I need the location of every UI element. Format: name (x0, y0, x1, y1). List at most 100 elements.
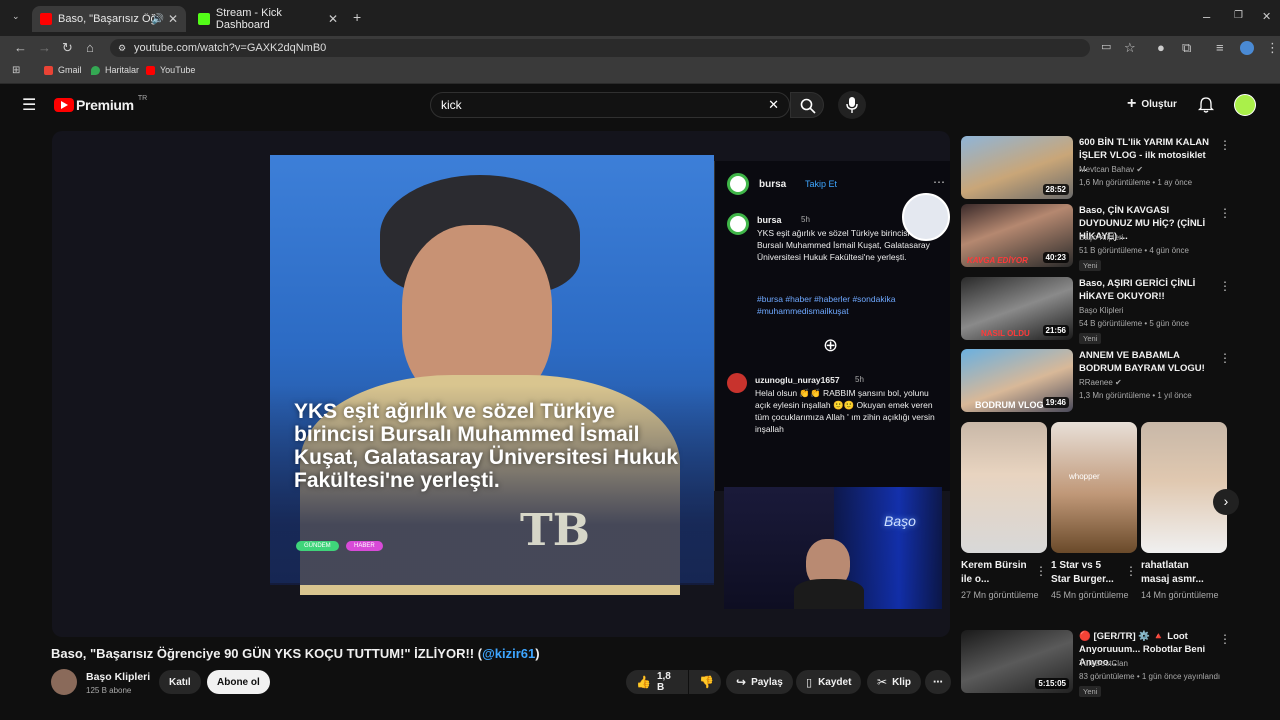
join-button[interactable]: Katıl (159, 670, 201, 694)
subscribe-button[interactable]: Abone ol (207, 670, 270, 694)
short-item[interactable]: whopper 1 Star vs 5 Star Burger... 45 Mn… (1051, 422, 1137, 602)
short-item[interactable]: rahatlatan masaj asmr... 14 Mn görüntüle… (1141, 422, 1227, 602)
bookmark-youtube[interactable]: YouTube (146, 65, 195, 75)
rec-channel[interactable]: Mevtcan Bahav ✔ (1079, 165, 1143, 174)
bookmark-maps[interactable]: Haritalar (91, 65, 139, 75)
rec-channel[interactable]: Başo Klipleri (1079, 233, 1123, 242)
search-value: kick (441, 98, 462, 112)
media-control-icon[interactable]: ≡ (1216, 40, 1224, 55)
new-tab-icon[interactable]: + (353, 9, 361, 25)
scissors-icon: ✂ (877, 675, 888, 689)
cast-icon[interactable]: ▭ (1101, 40, 1111, 53)
close-tab-icon[interactable]: ✕ (168, 12, 178, 26)
back-icon[interactable]: ← (14, 40, 27, 55)
short-title[interactable]: rahatlatan masaj asmr... (1141, 559, 1211, 587)
clip-button[interactable]: ✂ Klip (867, 670, 921, 694)
rec-title[interactable]: ANNEM VE BABAMLA BODRUM BAYRAM VLOGU! (1079, 349, 1214, 375)
account-avatar[interactable] (1234, 94, 1256, 116)
share-button[interactable]: ↪ Paylaş (726, 670, 793, 694)
bookmark-label: Haritalar (105, 65, 140, 75)
video-thumbnail[interactable]: NASIL OLDU 21:56 (961, 277, 1073, 340)
like-button[interactable]: 👍 1,8 B (626, 670, 688, 694)
youtube-favicon-icon (40, 13, 52, 25)
short-thumbnail[interactable] (1141, 422, 1227, 553)
video-thumbnail[interactable]: KAVGA EDİYOR 40:23 (961, 204, 1073, 267)
recommendation-item[interactable]: 28:52 600 BİN TL'lik YARIM KALAN İŞLER V… (961, 136, 1261, 200)
tab-kick[interactable]: Stream - Kick Dashboard ✕ (190, 6, 346, 32)
extensions-puzzle-icon[interactable]: ⧉ (1182, 40, 1191, 56)
rec-channel[interactable]: Başo Klipleri (1079, 306, 1123, 315)
create-button[interactable]: + Oluştur (1127, 96, 1177, 112)
short-title[interactable]: Kerem Bürsin ile o... (961, 559, 1031, 587)
subscribe-label: Abone ol (217, 676, 260, 688)
channel-avatar[interactable] (51, 669, 77, 695)
search-button[interactable] (790, 92, 824, 118)
rec-title[interactable]: Baso, AŞIRI GERİCİ ÇİNLİ HİKAYE OKUYOR!! (1079, 277, 1214, 303)
short-views: 27 Mn görüntüleme (961, 590, 1039, 600)
minimize-icon[interactable]: – (1203, 9, 1210, 24)
rec-meta: 54 B görüntüleme • 5 gün önce (1079, 319, 1189, 328)
video-thumbnail[interactable]: 5:15:05 (961, 630, 1073, 693)
rec-more-icon[interactable]: ⋮ (1219, 351, 1231, 365)
short-more-icon[interactable]: ⋮ (1125, 564, 1137, 578)
short-more-icon[interactable]: ⋮ (1035, 564, 1047, 578)
rec-channel[interactable]: TürkDostClan (1079, 659, 1128, 668)
video-thumbnail[interactable]: 28:52 (961, 136, 1073, 199)
bookmark-star-icon[interactable]: ☆ (1124, 40, 1136, 56)
tab-search-icon[interactable]: ⌄ (12, 11, 20, 22)
rec-more-icon[interactable]: ⋮ (1219, 206, 1231, 220)
apps-grid-icon[interactable]: ⊞ (12, 65, 20, 76)
create-label: Oluştur (1141, 98, 1177, 110)
reload-icon[interactable]: ↻ (62, 40, 73, 56)
gmail-icon (44, 65, 53, 75)
search-input[interactable]: kick ✕ (430, 92, 790, 118)
rec-more-icon[interactable]: ⋮ (1219, 632, 1231, 646)
tab-youtube[interactable]: Baso, "Başarısız Öğrenciye 9 🔊 ✕ (32, 6, 186, 32)
short-title[interactable]: 1 Star vs 5 Star Burger... (1051, 559, 1121, 587)
browser-menu-icon[interactable]: ⋮ (1266, 40, 1279, 56)
rec-more-icon[interactable]: ⋮ (1219, 279, 1231, 293)
dislike-button[interactable]: 👎 (689, 670, 721, 694)
extension-icon[interactable]: ● (1157, 40, 1165, 55)
save-button[interactable]: ▯ Kaydet (796, 670, 862, 694)
tab-title: Baso, "Başarısız Öğrenciye 9 (58, 13, 158, 25)
rec-more-icon[interactable]: ⋮ (1219, 138, 1231, 152)
profile-avatar[interactable] (1240, 41, 1254, 55)
subscriber-count: 125 B abone (86, 686, 132, 695)
short-thumbnail[interactable]: whopper (1051, 422, 1137, 553)
recommendation-item[interactable]: 5:15:05 🔴 [GER/TR] ⚙️ 🔺 Loot Anyoruuum..… (961, 630, 1261, 697)
forward-icon[interactable]: → (38, 40, 51, 55)
rec-meta: 83 görüntüleme • 1 gün önce yayınlandı (1079, 672, 1221, 681)
youtube-logo[interactable]: Premium TR (54, 95, 147, 113)
thumbnail-caption: NASIL OLDU (981, 329, 1030, 338)
video-thumbnail[interactable]: BODRUM VLOG 19:46 (961, 349, 1073, 412)
bookmarks-bar: ⊞ Gmail Haritalar YouTube (0, 60, 1280, 84)
thumbs-up-icon: 👍 (636, 675, 651, 689)
short-thumbnail[interactable] (961, 422, 1047, 553)
audio-icon[interactable]: 🔊 (152, 14, 164, 25)
clear-search-icon[interactable]: ✕ (768, 93, 779, 117)
channel-name[interactable]: Başo Klipleri (86, 671, 150, 683)
channel-label: Mevtcan Bahav (1079, 165, 1135, 174)
short-item[interactable]: Kerem Bürsin ile o... 27 Mn görüntüleme … (961, 422, 1047, 602)
recommendation-item[interactable]: NASIL OLDU 21:56 Baso, AŞIRI GERİCİ ÇİNL… (961, 277, 1261, 347)
more-actions-button[interactable]: ⋯ (925, 670, 951, 694)
video-player[interactable]: YKS eşit ağırlık ve sözel Türkiye birinc… (52, 131, 950, 637)
neon-sign: Başo (884, 513, 916, 529)
hamburger-menu-icon[interactable]: ☰ (22, 95, 36, 115)
shorts-next-button[interactable]: › (1213, 489, 1239, 515)
url-field[interactable]: ⚙ youtube.com/watch?v=GAXK2dqNmB0 (110, 39, 1090, 57)
restore-icon[interactable]: ❐ (1234, 10, 1243, 21)
duration: 28:52 (1042, 184, 1069, 195)
recommendation-item[interactable]: BODRUM VLOG 19:46 ANNEM VE BABAMLA BODRU… (961, 349, 1261, 413)
recommendation-item[interactable]: KAVGA EDİYOR 40:23 Baso, ÇİN KAVGASI DUY… (961, 204, 1261, 274)
close-tab-icon[interactable]: ✕ (328, 12, 338, 26)
mention-link[interactable]: @kizir61 (482, 646, 535, 661)
voice-search-button[interactable] (838, 91, 866, 119)
home-icon[interactable]: ⌂ (86, 40, 94, 55)
bookmark-gmail[interactable]: Gmail (44, 65, 82, 75)
site-info-icon[interactable]: ⚙ (118, 39, 126, 57)
close-window-icon[interactable]: ✕ (1262, 10, 1271, 23)
notifications-bell-icon[interactable] (1198, 97, 1214, 113)
rec-channel[interactable]: RRaenee ✔ (1079, 378, 1122, 387)
